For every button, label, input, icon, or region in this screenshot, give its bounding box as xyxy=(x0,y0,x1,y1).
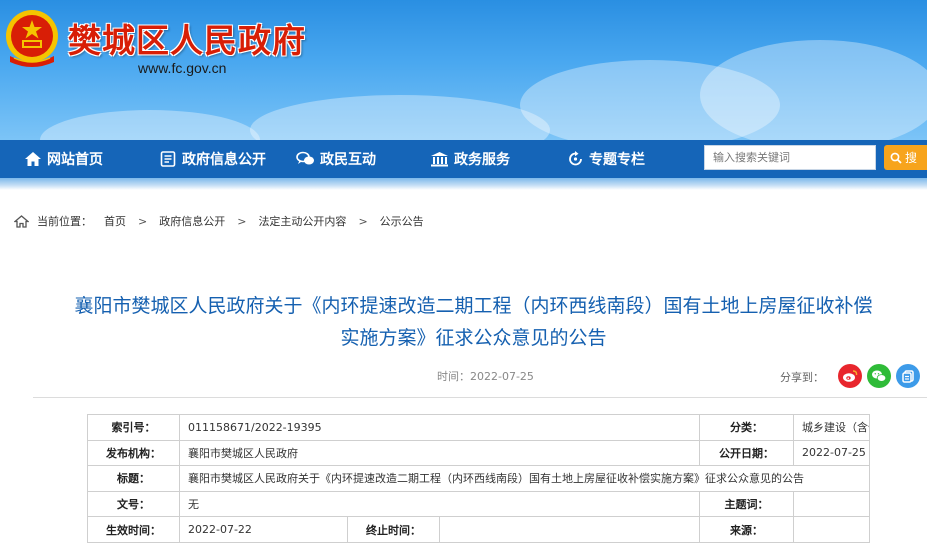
publish-time: 时间：2022-07-25 xyxy=(437,370,534,383)
index-value: 011158671/2022-19395 xyxy=(179,414,700,441)
category-label: 分类： xyxy=(699,414,794,441)
nav-item-gov-info[interactable]: 政府信息公开 xyxy=(160,140,266,178)
nav-item-interaction[interactable]: 政民互动 xyxy=(296,140,376,178)
pubdate-value: 2022-07-25 xyxy=(793,439,870,467)
subject-value xyxy=(793,490,870,518)
title-label: 标题： xyxy=(87,465,180,492)
article-title-line: 襄阳市樊城区人民政府关于《内环提速改造二期工程（内环西线南段）国有土地上房屋征收… xyxy=(74,295,873,317)
title-divider xyxy=(33,397,927,398)
share-label: 分享到： xyxy=(780,371,824,384)
breadcrumb-separator: > xyxy=(138,214,148,228)
breadcrumb-item-gov-info[interactable]: 政府信息公开 xyxy=(159,213,225,229)
nav-item-services[interactable]: 政务服务 xyxy=(430,140,510,178)
breadcrumb-item-announcements[interactable]: 公示公告 xyxy=(380,213,424,229)
site-title: 樊城区人民政府 xyxy=(68,21,306,60)
table-row: 索引号： 011158671/2022-19395 分类： 城乡建设（含住房） xyxy=(87,414,870,441)
docno-value: 无 xyxy=(179,490,700,518)
table-row: 文号： 无 主题词： xyxy=(87,490,870,518)
search-input[interactable]: 输入搜索关键词 xyxy=(704,145,876,170)
table-row: 发布机构： 襄阳市樊城区人民政府 公开日期： 2022-07-25 xyxy=(87,439,870,467)
subject-label: 主题词： xyxy=(699,490,794,518)
nav-item-label: 政民互动 xyxy=(320,152,376,168)
document-info-table: 索引号： 011158671/2022-19395 分类： 城乡建设（含住房） … xyxy=(87,414,870,543)
nav-item-label: 专题专栏 xyxy=(589,152,645,168)
site-url: www.fc.gov.cn xyxy=(138,60,227,76)
header-banner: 樊城区人民政府 www.fc.gov.cn xyxy=(0,0,927,140)
nav-wave-decoration xyxy=(0,178,927,190)
copy-link-share-icon[interactable] xyxy=(896,364,920,388)
breadcrumb-separator: > xyxy=(237,214,247,228)
search-icon xyxy=(890,152,902,164)
publisher-value: 襄阳市樊城区人民政府 xyxy=(179,439,700,467)
government-building-icon xyxy=(431,152,448,167)
article-title-line: 实施方案》征求公众意见的公告 xyxy=(340,327,607,349)
title-value: 襄阳市樊城区人民政府关于《内环提速改造二期工程（内环西线南段）国有土地上房屋征收… xyxy=(179,465,870,492)
index-label: 索引号： xyxy=(87,414,180,441)
document-list-icon xyxy=(160,151,176,167)
source-value xyxy=(793,516,870,543)
nav-item-label: 政府信息公开 xyxy=(182,152,266,168)
home-outline-icon xyxy=(14,214,29,228)
expire-value xyxy=(439,516,700,543)
article-title: 襄阳市樊城区人民政府关于《内环提速改造二期工程（内环西线南段）国有土地上房屋征收… xyxy=(20,290,927,354)
breadcrumb-prefix: 当前位置： xyxy=(37,215,92,228)
nav-item-label: 网站首页 xyxy=(47,152,103,168)
search-button[interactable]: 搜 xyxy=(884,145,927,170)
effective-label: 生效时间： xyxy=(87,516,180,543)
docno-label: 文号： xyxy=(87,490,180,518)
breadcrumb-item-home[interactable]: 首页 xyxy=(104,213,126,229)
national-emblem-icon xyxy=(6,10,58,67)
nav-item-home[interactable]: 网站首页 xyxy=(24,140,103,178)
expire-label: 终止时间： xyxy=(347,516,440,543)
pubdate-label: 公开日期： xyxy=(699,439,794,467)
nav-item-topics[interactable]: 专题专栏 xyxy=(567,140,645,178)
search-button-label: 搜 xyxy=(905,151,918,165)
refresh-icon xyxy=(569,151,582,166)
source-label: 来源： xyxy=(699,516,794,543)
breadcrumb: 当前位置： 首页 > 政府信息公开 > 法定主动公开内容 > 公示公告 xyxy=(14,212,424,230)
table-row: 生效时间： 2022-07-22 终止时间： 来源： xyxy=(87,516,870,543)
page: 樊城区人民政府 www.fc.gov.cn 网站首页 政府信息公开 政民互动 政… xyxy=(0,0,927,548)
home-icon xyxy=(25,152,41,166)
chat-bubbles-icon xyxy=(296,151,314,165)
table-row: 标题： 襄阳市樊城区人民政府关于《内环提速改造二期工程（内环西线南段）国有土地上… xyxy=(87,465,870,492)
category-value: 城乡建设（含住房） xyxy=(793,414,870,441)
breadcrumb-separator: > xyxy=(358,214,368,228)
publisher-label: 发布机构： xyxy=(87,439,180,467)
weibo-share-icon[interactable] xyxy=(838,364,862,388)
nav-item-label: 政务服务 xyxy=(454,152,510,168)
wechat-share-icon[interactable] xyxy=(867,364,891,388)
effective-value: 2022-07-22 xyxy=(179,516,348,543)
breadcrumb-item-statutory[interactable]: 法定主动公开内容 xyxy=(258,213,346,229)
